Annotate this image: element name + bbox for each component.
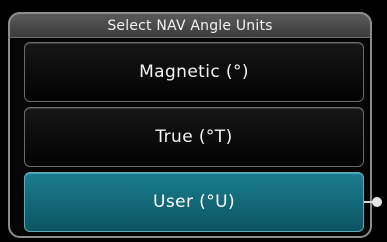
user-option-button[interactable]: User (°U) [24,172,364,232]
nav-angle-units-dialog: Select NAV Angle Units Magnetic (°) True… [0,0,387,242]
magnetic-option-label: Magnetic (°) [139,62,249,82]
selection-pointer-dot-icon [372,197,382,207]
dialog-title: Select NAV Angle Units [107,17,273,34]
user-option-label: User (°U) [153,192,235,212]
magnetic-option-button[interactable]: Magnetic (°) [24,42,364,102]
true-option-label: True (°T) [155,127,233,147]
true-option-button[interactable]: True (°T) [24,107,364,167]
dialog-title-bar: Select NAV Angle Units [8,12,372,38]
